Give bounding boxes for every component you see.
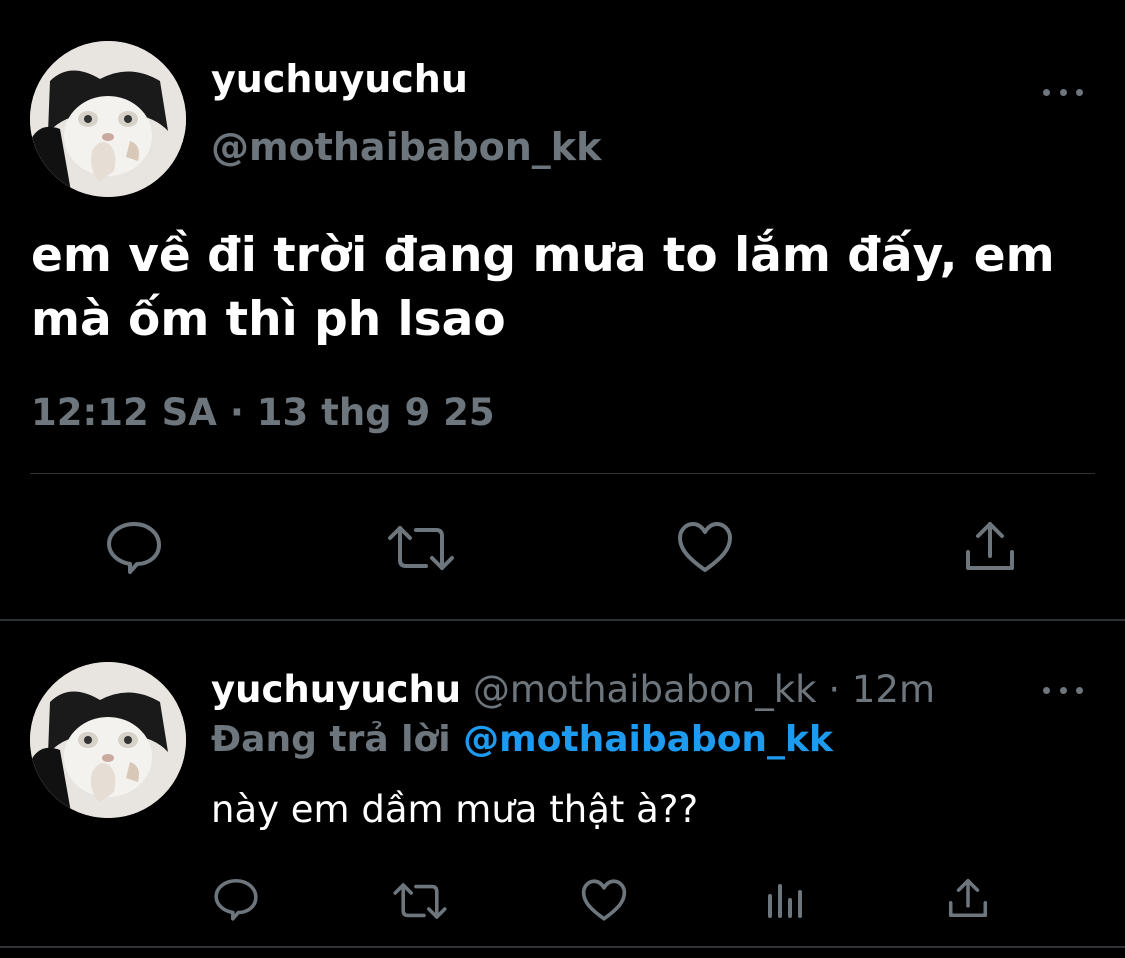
tweet-thread: yuchuyuchu @mothaibabon_kk em về đi trời…	[0, 0, 1125, 958]
reply-icon[interactable]	[104, 518, 164, 576]
more-options-icon[interactable]	[1043, 685, 1083, 695]
reply-handle-time[interactable]: @mothaibabon_kk · 12m	[473, 668, 935, 711]
replying-handle-link[interactable]: @mothaibabon_kk	[463, 719, 833, 760]
reply-avatar[interactable]	[30, 662, 186, 818]
like-icon[interactable]	[676, 520, 734, 574]
like-icon[interactable]	[580, 878, 628, 922]
replying-to: Đang trả lời @mothaibabon_kk	[211, 717, 833, 763]
section-divider	[0, 946, 1125, 948]
section-divider	[0, 619, 1125, 621]
tweet-text: em về đi trời đang mưa to lắm đấy, em mà…	[31, 228, 1055, 347]
reply-icon[interactable]	[212, 876, 260, 922]
retweet-icon[interactable]	[392, 881, 448, 921]
share-icon[interactable]	[962, 518, 1018, 574]
more-options-icon[interactable]	[1043, 87, 1083, 97]
user-handle[interactable]: @mothaibabon_kk	[211, 124, 601, 170]
display-name[interactable]: yuchuyuchu	[211, 56, 468, 102]
avatar[interactable]	[30, 41, 186, 197]
retweet-icon[interactable]	[386, 524, 456, 572]
share-icon[interactable]	[946, 876, 990, 920]
tweet-timestamp[interactable]: 12:12 SA · 13 thg 9 25	[31, 390, 495, 436]
cat-avatar-image	[30, 41, 186, 197]
reply-display-name[interactable]: yuchuyuchu	[211, 668, 461, 711]
replying-label: Đang trả lời	[211, 719, 451, 760]
analytics-icon[interactable]	[766, 880, 806, 920]
reply-header: yuchuyuchu @mothaibabon_kk · 12m	[211, 667, 935, 713]
divider	[30, 473, 1095, 474]
cat-avatar-image	[30, 662, 186, 818]
reply-text: này em dầm mưa thật à??	[211, 788, 699, 831]
